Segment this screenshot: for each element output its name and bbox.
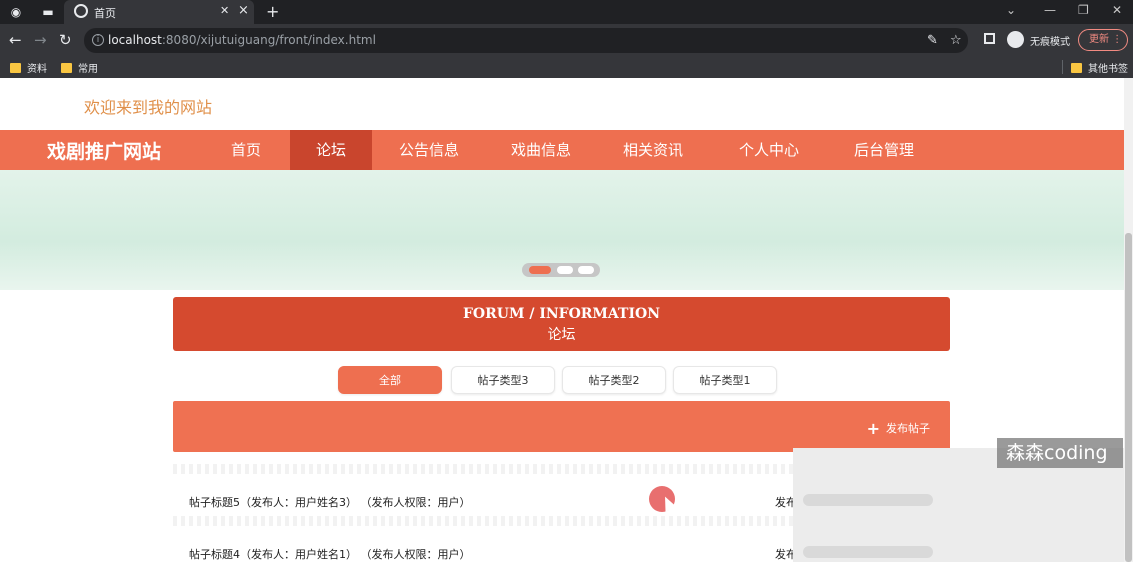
browser-tab-active[interactable]: 首页 ✕ × bbox=[64, 0, 254, 24]
post-toolbar: + 发布帖子 bbox=[173, 401, 950, 452]
folder-icon bbox=[1071, 63, 1082, 73]
plus-icon: + bbox=[866, 419, 880, 438]
filter-all[interactable]: 全部 bbox=[338, 366, 442, 394]
window-tab-icon[interactable]: ▬ bbox=[40, 4, 56, 20]
url-path: :8080/xijutuiguang/front/index.html bbox=[161, 33, 376, 47]
publish-label: 发布帖子 bbox=[886, 422, 930, 435]
carousel-dot-2[interactable] bbox=[557, 266, 573, 274]
other-bookmarks-label: 其他书签 bbox=[1088, 64, 1128, 75]
nav-forum[interactable]: 论坛 bbox=[290, 130, 372, 170]
filter-type-2[interactable]: 帖子类型2 bbox=[562, 366, 666, 394]
browser-toolbar: ← → ↻ i localhost:8080/xijutuiguang/fron… bbox=[0, 24, 1133, 56]
url-text[interactable]: localhost:8080/xijutuiguang/front/index.… bbox=[108, 33, 376, 47]
nav-opera-info[interactable]: 戏曲信息 bbox=[500, 130, 582, 170]
bookmark-folder-1[interactable]: 资料 bbox=[10, 60, 47, 75]
web-page: 欢迎来到我的网站 戏剧推广网站 首页 论坛 公告信息 戏曲信息 相关资讯 个人中… bbox=[0, 78, 1133, 562]
section-title-cn: 论坛 bbox=[547, 327, 576, 343]
minimize-icon[interactable]: — bbox=[1044, 3, 1056, 17]
mute-icon[interactable]: ✕ bbox=[220, 4, 229, 17]
bookmarks-bar: 资料 常用 其他书签 bbox=[0, 56, 1133, 78]
incognito-icon[interactable] bbox=[1007, 31, 1024, 48]
carousel-indicators bbox=[522, 263, 600, 277]
bookmark-label: 资料 bbox=[27, 64, 47, 75]
forward-icon[interactable]: → bbox=[34, 31, 47, 49]
new-tab-icon[interactable]: + bbox=[266, 2, 279, 21]
other-bookmarks[interactable]: 其他书签 bbox=[1071, 60, 1128, 75]
bookmark-separator bbox=[1062, 60, 1063, 74]
blurred-text bbox=[803, 494, 933, 506]
nav-announcements[interactable]: 公告信息 bbox=[388, 130, 470, 170]
page-scrollbar[interactable] bbox=[1124, 78, 1133, 562]
nav-news[interactable]: 相关资讯 bbox=[612, 130, 694, 170]
nav-user-center[interactable]: 个人中心 bbox=[728, 130, 810, 170]
post-title[interactable]: 帖子标题4（发布人：用户姓名1） （发布人权限：用户） bbox=[189, 546, 471, 562]
nav-admin[interactable]: 后台管理 bbox=[842, 130, 926, 170]
update-label: 更新 bbox=[1089, 34, 1109, 45]
restore-icon[interactable]: ❐ bbox=[1078, 3, 1089, 17]
info-icon[interactable]: i bbox=[92, 34, 104, 46]
address-bar[interactable]: i localhost:8080/xijutuiguang/front/inde… bbox=[84, 28, 968, 53]
tab-title: 首页 bbox=[94, 7, 116, 20]
welcome-text: 欢迎来到我的网站 bbox=[84, 98, 213, 117]
browser-tab-bar: ◉ ▬ 首页 ✕ × + ⌄ — ❐ ✕ bbox=[0, 0, 1133, 24]
section-header: FORUM / INFORMATION 论坛 bbox=[173, 297, 950, 351]
star-icon[interactable]: ☆ bbox=[950, 33, 962, 48]
bookmark-label: 常用 bbox=[78, 64, 98, 75]
chevron-down-icon[interactable]: ⌄ bbox=[1006, 3, 1016, 17]
folder-icon bbox=[61, 63, 72, 73]
bookmark-folder-2[interactable]: 常用 bbox=[61, 60, 98, 75]
watermark: 森森coding bbox=[997, 438, 1123, 468]
carousel-dot-3[interactable] bbox=[578, 266, 594, 274]
main-navbar: 戏剧推广网站 首页 论坛 公告信息 戏曲信息 相关资讯 个人中心 后台管理 bbox=[0, 130, 1126, 170]
update-button[interactable]: 更新 ⋮ bbox=[1078, 29, 1128, 51]
side-panel-icon[interactable] bbox=[984, 33, 995, 44]
globe-icon bbox=[74, 4, 88, 18]
nav-home[interactable]: 首页 bbox=[206, 130, 286, 170]
reload-icon[interactable]: ↻ bbox=[59, 31, 72, 49]
folder-icon bbox=[10, 63, 21, 73]
section-title-en: FORUM / INFORMATION bbox=[462, 306, 660, 322]
scrollbar-thumb[interactable] bbox=[1125, 233, 1132, 562]
chrome-menu-icon[interactable]: ◉ bbox=[8, 4, 24, 20]
row-divider bbox=[173, 516, 793, 526]
close-window-icon[interactable]: ✕ bbox=[1112, 3, 1122, 17]
incognito-label: 无痕模式 bbox=[1030, 37, 1070, 48]
filter-type-3[interactable]: 帖子类型3 bbox=[451, 366, 555, 394]
close-tab-icon[interactable]: × bbox=[238, 3, 249, 18]
row-divider bbox=[173, 464, 793, 474]
post-title[interactable]: 帖子标题5（发布人：用户姓名3） （发布人权限：用户） bbox=[189, 494, 471, 510]
carousel-dot-1[interactable] bbox=[529, 266, 551, 274]
filter-type-1[interactable]: 帖子类型1 bbox=[673, 366, 777, 394]
site-title[interactable]: 戏剧推广网站 bbox=[47, 137, 161, 164]
blurred-text bbox=[803, 546, 933, 558]
publish-post-button[interactable]: + 发布帖子 bbox=[867, 419, 930, 438]
url-host: localhost bbox=[108, 33, 162, 47]
translate-icon[interactable]: ✎ bbox=[927, 33, 938, 48]
carousel-banner bbox=[0, 170, 1126, 290]
back-icon[interactable]: ← bbox=[9, 31, 22, 49]
